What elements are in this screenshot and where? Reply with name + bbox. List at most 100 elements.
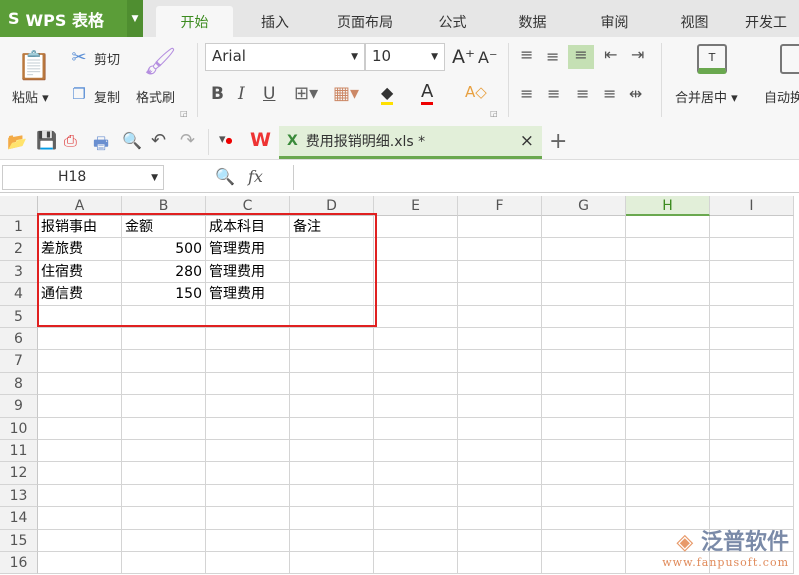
cell-G12[interactable] xyxy=(542,462,626,485)
cell-G2[interactable] xyxy=(542,238,626,261)
cell-I12[interactable] xyxy=(710,462,794,485)
cell-E16[interactable] xyxy=(374,552,458,575)
cell-C7[interactable] xyxy=(206,350,290,373)
tab-developer[interactable]: 开发工 xyxy=(745,6,799,37)
cell-D12[interactable] xyxy=(290,462,374,485)
row-header-15[interactable]: 15 xyxy=(0,529,38,552)
cell-I10[interactable] xyxy=(710,417,794,440)
cell-I3[interactable] xyxy=(710,260,794,284)
row-header-4[interactable]: 4 xyxy=(0,283,38,306)
cell-F12[interactable] xyxy=(458,462,542,485)
cell-C15[interactable] xyxy=(206,529,290,552)
cell-A10[interactable] xyxy=(38,417,122,440)
cell-A12[interactable] xyxy=(38,462,122,485)
cell-D15[interactable] xyxy=(290,529,374,552)
cell-I2[interactable] xyxy=(710,238,794,261)
cell-I8[interactable] xyxy=(710,372,794,396)
cell-D10[interactable] xyxy=(290,417,374,440)
italic-button[interactable]: I xyxy=(238,84,245,104)
row-header-7[interactable]: 7 xyxy=(0,350,38,373)
cell-F1[interactable] xyxy=(458,216,542,239)
distributed-icon[interactable]: ⇹ xyxy=(629,84,642,103)
cell-G9[interactable] xyxy=(542,395,626,418)
cell-F10[interactable] xyxy=(458,417,542,440)
row-header-6[interactable]: 6 xyxy=(0,328,38,351)
save-icon[interactable]: 💾 xyxy=(36,131,57,151)
app-menu-button[interactable]: S WPS 表格 ▼ xyxy=(0,0,143,37)
cell-H9[interactable] xyxy=(626,395,710,418)
cell-G14[interactable] xyxy=(542,507,626,530)
font-size-select[interactable]: 10 ▼ xyxy=(365,43,445,71)
cell-E10[interactable] xyxy=(374,417,458,440)
cell-I5[interactable] xyxy=(710,305,794,328)
wps-home-icon[interactable]: W xyxy=(250,129,271,151)
row-header-1[interactable]: 1 xyxy=(0,216,38,239)
cell-H1[interactable] xyxy=(626,216,710,239)
cell-H2[interactable] xyxy=(626,238,710,261)
cell-G3[interactable] xyxy=(542,260,626,284)
cell-B9[interactable] xyxy=(122,395,206,418)
cell-C9[interactable] xyxy=(206,395,290,418)
fill-color-icon[interactable]: ◆ xyxy=(381,83,394,105)
cell-C14[interactable] xyxy=(206,507,290,530)
row-header-10[interactable]: 10 xyxy=(0,417,38,440)
cell-G5[interactable] xyxy=(542,305,626,328)
cell-H6[interactable] xyxy=(626,328,710,351)
cell-F8[interactable] xyxy=(458,372,542,396)
cell-E1[interactable] xyxy=(374,216,458,239)
cell-F3[interactable] xyxy=(458,260,542,284)
cell-A15[interactable] xyxy=(38,529,122,552)
cell-F4[interactable] xyxy=(458,283,542,306)
cell-I13[interactable] xyxy=(710,484,794,508)
cell-F7[interactable] xyxy=(458,350,542,373)
row-header-16[interactable]: 16 xyxy=(0,552,38,575)
cell-G6[interactable] xyxy=(542,328,626,351)
column-header-H[interactable]: H xyxy=(626,196,710,216)
tab-review[interactable]: 审阅 xyxy=(582,6,647,37)
open-icon[interactable]: 📂 xyxy=(7,132,27,151)
cell-H10[interactable] xyxy=(626,417,710,440)
cell-G1[interactable] xyxy=(542,216,626,239)
cell-E11[interactable] xyxy=(374,440,458,463)
cell-G4[interactable] xyxy=(542,283,626,306)
cell-G15[interactable] xyxy=(542,529,626,552)
wrap-text-button[interactable]: 自动换 xyxy=(764,87,799,106)
tab-insert[interactable]: 插入 xyxy=(240,6,310,37)
print-preview-icon[interactable]: 🔍 xyxy=(122,131,142,150)
cell-E14[interactable] xyxy=(374,507,458,530)
cell-D16[interactable] xyxy=(290,552,374,575)
copy-button[interactable]: 复制 xyxy=(94,87,120,106)
row-header-5[interactable]: 5 xyxy=(0,305,38,328)
cell-I6[interactable] xyxy=(710,328,794,351)
row-header-11[interactable]: 11 xyxy=(0,440,38,463)
cell-H3[interactable] xyxy=(626,260,710,284)
bold-button[interactable]: B xyxy=(211,84,224,104)
cell-I9[interactable] xyxy=(710,395,794,418)
format-painter-button[interactable]: 格式刷 xyxy=(136,87,175,106)
cell-E5[interactable] xyxy=(374,305,458,328)
underline-button[interactable]: U xyxy=(263,84,275,104)
font-color-icon[interactable]: A xyxy=(421,81,434,105)
increase-indent-icon[interactable]: ⇥ xyxy=(631,45,644,64)
close-tab-icon[interactable]: × xyxy=(520,131,534,151)
cell-E15[interactable] xyxy=(374,529,458,552)
name-box[interactable]: H18 ▼ xyxy=(2,165,164,190)
cell-H7[interactable] xyxy=(626,350,710,373)
align-bottom-icon[interactable]: ≡ xyxy=(568,45,594,69)
font-family-select[interactable]: Arial ▼ xyxy=(205,43,365,71)
redo-icon[interactable]: ↷ xyxy=(180,130,195,151)
cell-E3[interactable] xyxy=(374,260,458,284)
tab-page-layout[interactable]: 页面布局 xyxy=(320,6,410,37)
customize-toolbar-icon[interactable]: ▾● xyxy=(219,132,233,147)
row-header-13[interactable]: 13 xyxy=(0,484,38,508)
cell-E8[interactable] xyxy=(374,372,458,396)
cell-F15[interactable] xyxy=(458,529,542,552)
font-launcher-icon[interactable]: ◲ xyxy=(490,109,498,118)
borders-icon[interactable]: ⊞▾ xyxy=(294,83,318,104)
align-center-icon[interactable]: ≡ xyxy=(547,84,560,103)
cell-E7[interactable] xyxy=(374,350,458,373)
cell-A14[interactable] xyxy=(38,507,122,530)
align-left-icon[interactable]: ≡ xyxy=(520,84,533,103)
cell-H8[interactable] xyxy=(626,372,710,396)
cell-D8[interactable] xyxy=(290,372,374,396)
